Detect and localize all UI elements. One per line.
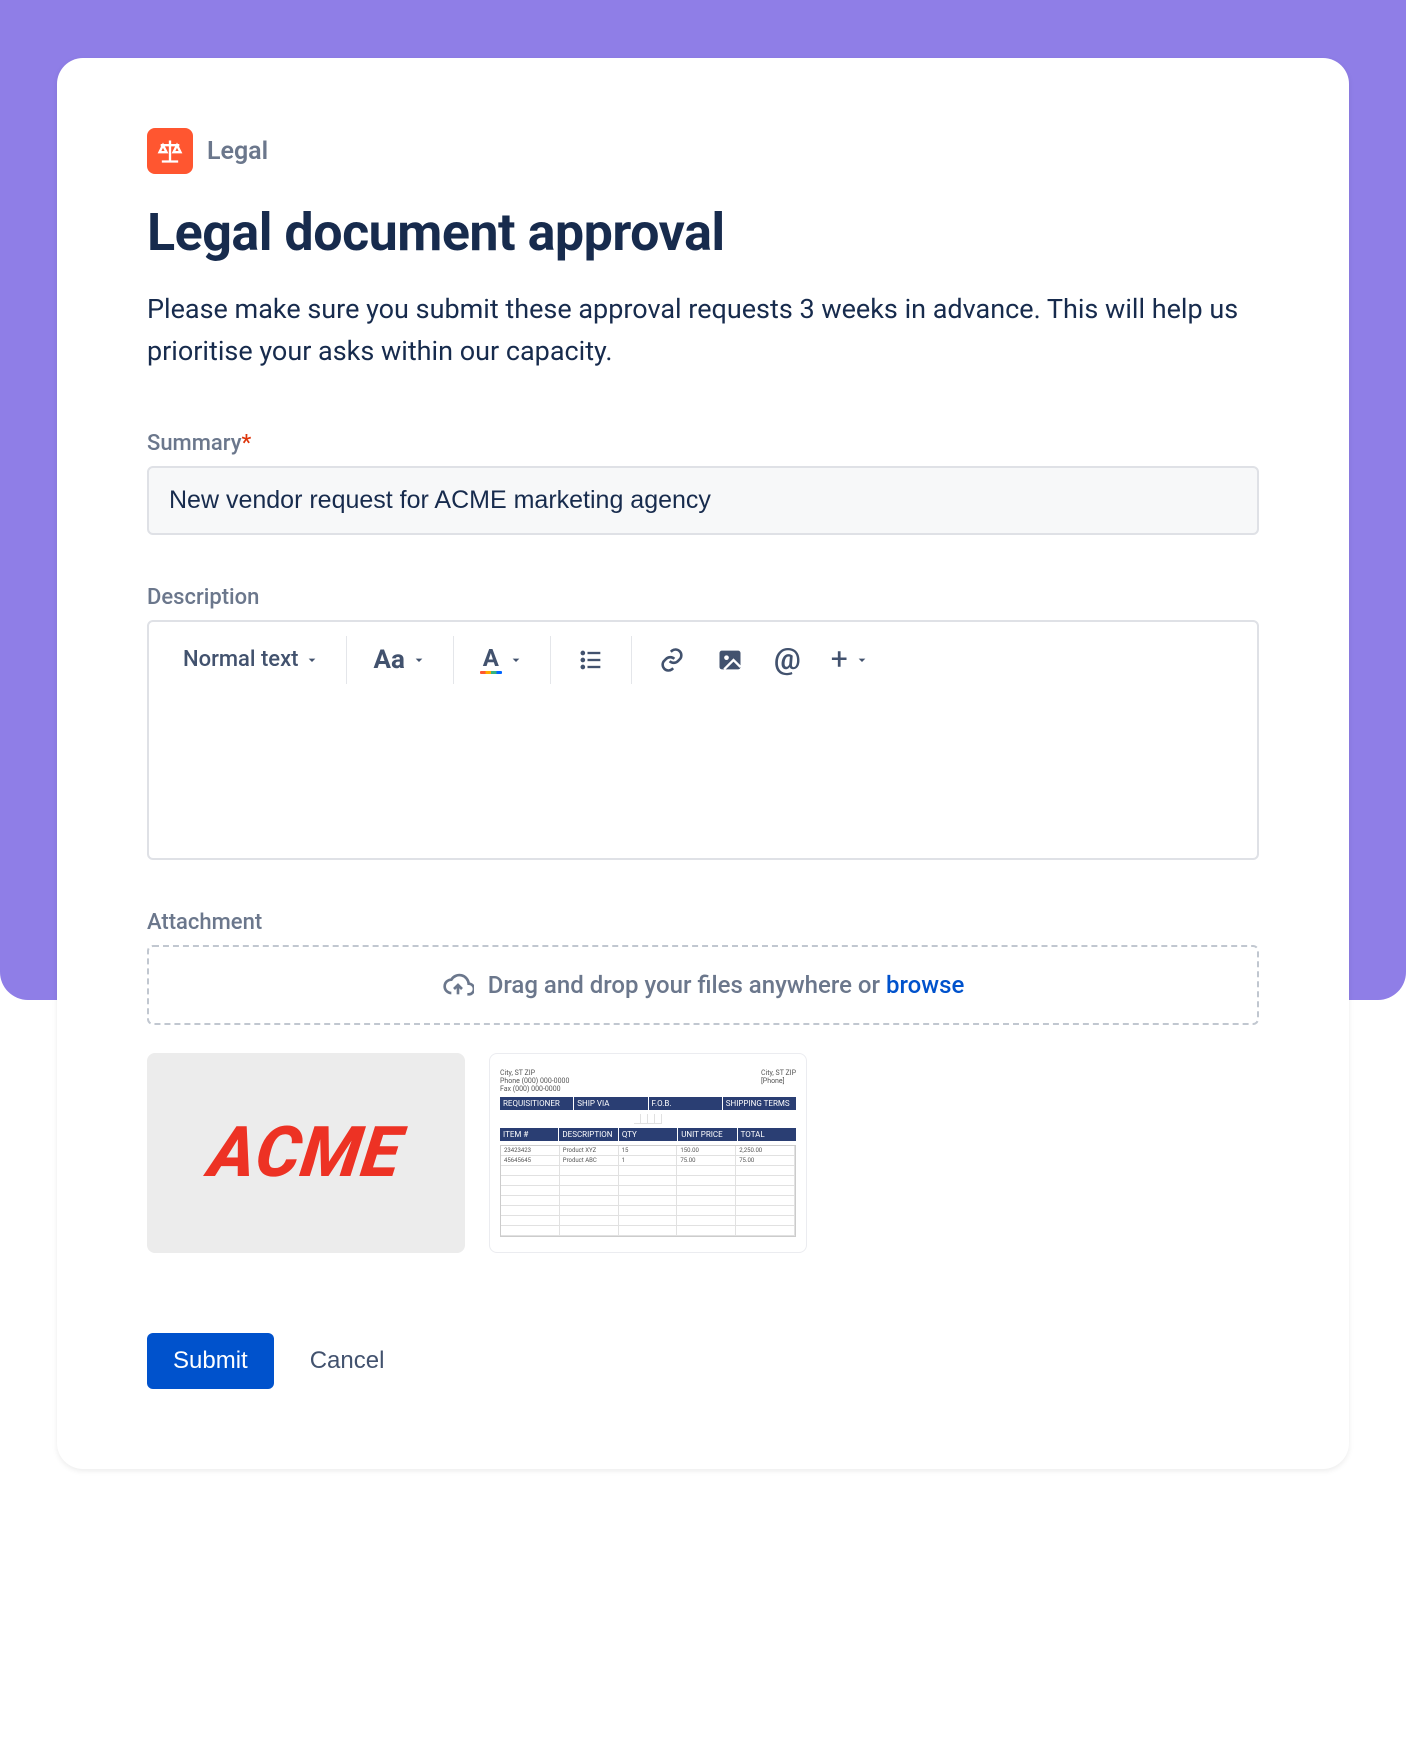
bullet-list-icon xyxy=(577,646,605,674)
text-format-button[interactable]: Aa xyxy=(367,641,432,679)
project-row: Legal xyxy=(147,128,1259,174)
attachment-thumbnails: ACME City, ST ZIPPhone (000) 000-0000Fax… xyxy=(147,1053,1259,1253)
cancel-button[interactable]: Cancel xyxy=(310,1347,385,1375)
description-input[interactable] xyxy=(149,698,1257,858)
browse-link[interactable]: browse xyxy=(886,971,964,999)
summary-label: Summary* xyxy=(147,431,1259,456)
chevron-down-icon xyxy=(411,652,427,668)
required-indicator: * xyxy=(242,431,252,456)
page-title: Legal document approval xyxy=(147,202,1259,263)
editor-toolbar: Normal text Aa A xyxy=(149,622,1257,698)
image-icon xyxy=(716,646,744,674)
mention-button[interactable]: @ xyxy=(768,638,807,681)
description-editor: Normal text Aa A xyxy=(147,620,1259,860)
text-color-icon: A xyxy=(480,646,502,674)
plus-icon: + xyxy=(831,642,848,677)
summary-label-text: Summary xyxy=(147,431,242,456)
attachment-label: Attachment xyxy=(147,910,1259,935)
table-row: 23423423 Product XYZ 15 150.00 2,250.00 xyxy=(501,1146,795,1156)
text-style-label: Normal text xyxy=(183,647,298,672)
page-description: Please make sure you submit these approv… xyxy=(147,289,1259,373)
attachment-thumb[interactable]: City, ST ZIPPhone (000) 000-0000Fax (000… xyxy=(489,1053,807,1253)
image-button[interactable] xyxy=(710,642,750,678)
link-button[interactable] xyxy=(652,642,692,678)
doc-header-row: REQUISITIONER SHIP VIA F.O.B. SHIPPING T… xyxy=(500,1097,796,1110)
insert-more-button[interactable]: + xyxy=(825,638,876,681)
acme-logo: ACME xyxy=(205,1112,408,1194)
form-actions: Submit Cancel xyxy=(147,1333,1259,1389)
dropzone-text: Drag and drop your files anywhere or xyxy=(488,971,886,999)
doc-body: 23423423 Product XYZ 15 150.00 2,250.00 … xyxy=(500,1145,796,1237)
text-color-button[interactable]: A xyxy=(474,642,530,678)
description-label: Description xyxy=(147,585,1259,610)
project-label: Legal xyxy=(207,137,268,166)
attachment-dropzone[interactable]: Drag and drop your files anywhere or bro… xyxy=(147,945,1259,1025)
text-style-dropdown[interactable]: Normal text xyxy=(177,643,326,676)
bullet-list-button[interactable] xyxy=(571,642,611,678)
submit-button[interactable]: Submit xyxy=(147,1333,274,1389)
text-format-icon: Aa xyxy=(373,645,404,675)
chevron-down-icon xyxy=(508,652,524,668)
chevron-down-icon xyxy=(304,652,320,668)
summary-input[interactable] xyxy=(147,466,1259,535)
table-row: 45645645 Product ABC 1 75.00 75.00 xyxy=(501,1156,795,1166)
upload-cloud-icon xyxy=(442,969,474,1001)
scales-icon xyxy=(147,128,193,174)
chevron-down-icon xyxy=(854,652,870,668)
link-icon xyxy=(658,646,686,674)
attachment-thumb[interactable]: ACME xyxy=(147,1053,465,1253)
form-card: Legal Legal document approval Please mak… xyxy=(57,58,1349,1469)
doc-meta: City, ST ZIPPhone (000) 000-0000Fax (000… xyxy=(500,1069,796,1093)
mention-icon: @ xyxy=(774,642,801,677)
doc-header-row: ITEM # DESCRIPTION QTY UNIT PRICE TOTAL xyxy=(500,1128,796,1141)
